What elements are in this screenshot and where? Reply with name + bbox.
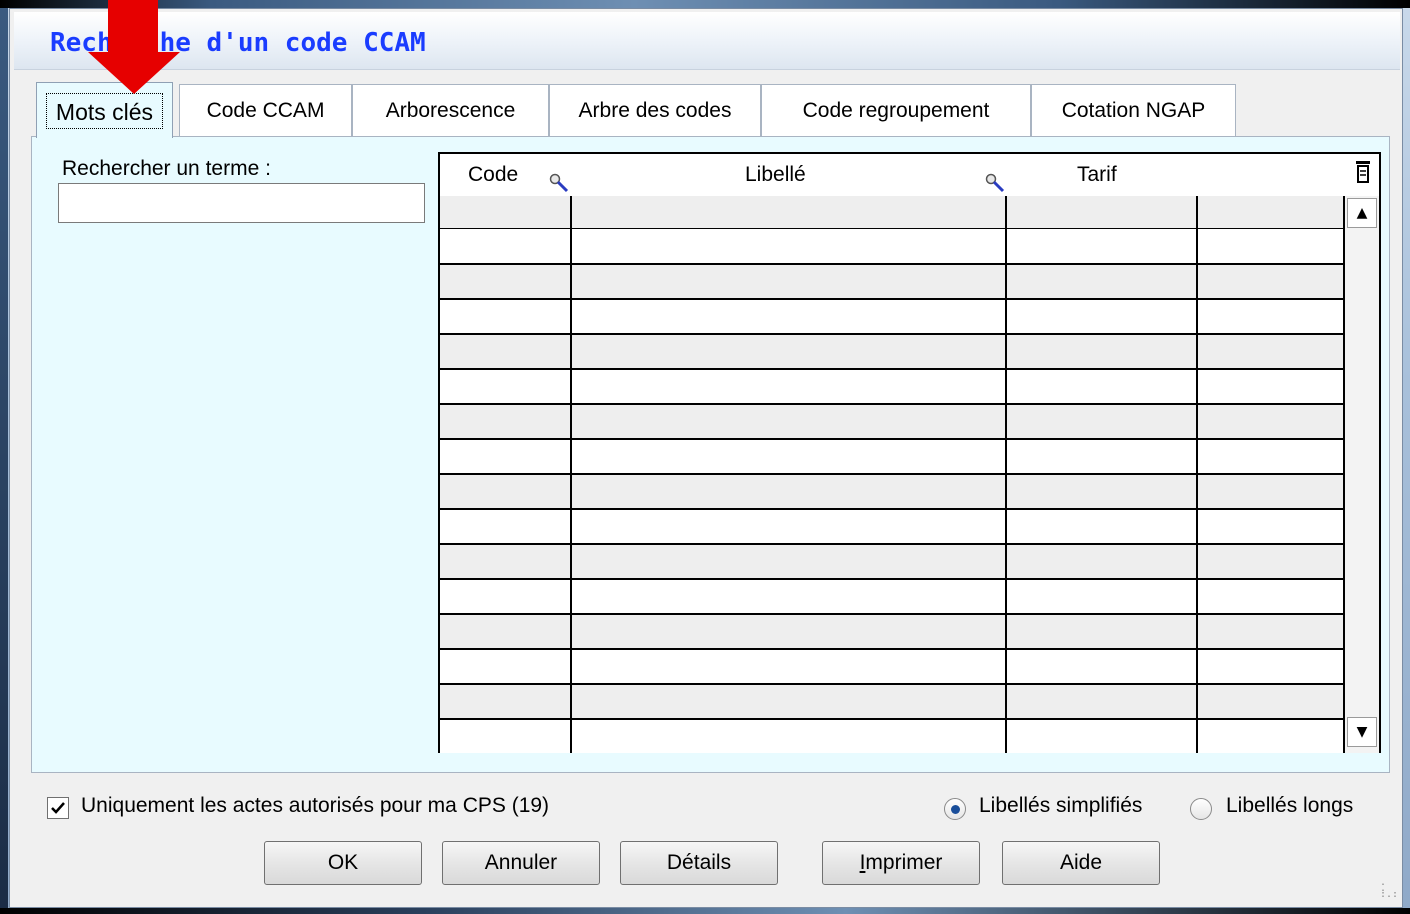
resize-grip-icon[interactable]: . .:.: <box>1380 878 1398 900</box>
table-row[interactable] <box>440 510 1343 545</box>
search-term-label: Rechercher un terme : <box>62 157 271 180</box>
table-row[interactable] <box>440 300 1343 335</box>
table-row[interactable] <box>440 335 1343 370</box>
ok-button[interactable]: OK <box>264 841 422 885</box>
table-row[interactable] <box>440 685 1343 720</box>
tab-label: Code regroupement <box>802 99 990 122</box>
table-row[interactable] <box>440 475 1343 510</box>
table-row[interactable] <box>440 370 1343 405</box>
authorized-only-label[interactable]: Uniquement les actes autorisés pour ma C… <box>81 794 549 818</box>
tab-cotation-ngap[interactable]: Cotation NGAP <box>1031 84 1236 137</box>
title-bar: Recherche d'un code CCAM <box>14 12 1400 70</box>
radio-libelles-longs[interactable] <box>1190 798 1212 820</box>
column-settings-icon[interactable] <box>1354 160 1372 184</box>
table-row[interactable] <box>440 650 1343 685</box>
authorized-only-checkbox[interactable] <box>47 797 69 819</box>
frame-left-edge <box>0 8 8 914</box>
column-header-tarif[interactable]: Tarif <box>1077 163 1117 187</box>
table-row[interactable] <box>440 265 1343 300</box>
column-divider <box>1005 196 1007 753</box>
print-button-label: Imprimer <box>859 851 943 874</box>
search-term-input[interactable] <box>58 183 425 223</box>
tab-code-regroupement[interactable]: Code regroupement <box>761 84 1031 137</box>
radio-libelles-simplifies[interactable] <box>944 798 966 820</box>
column-divider <box>1196 196 1198 753</box>
tab-label: Mots clés <box>45 92 164 129</box>
tab-arborescence[interactable]: Arborescence <box>352 84 549 137</box>
table-row[interactable] <box>440 230 1343 265</box>
magnifier-icon[interactable] <box>984 172 1006 194</box>
radio-selected-dot <box>950 804 960 814</box>
table-row[interactable] <box>440 720 1343 753</box>
tab-label: Cotation NGAP <box>1061 99 1206 122</box>
frame-top-edge <box>0 0 1410 8</box>
column-header-code[interactable]: Code <box>468 163 518 187</box>
table-row[interactable] <box>440 440 1343 475</box>
arrow-down-icon[interactable]: ▼ <box>1347 717 1377 747</box>
libelles-longs-label[interactable]: Libellés longs <box>1226 794 1353 818</box>
red-arrow-icon <box>88 0 180 94</box>
tab-label: Arbre des codes <box>578 99 732 122</box>
table-row[interactable] <box>440 545 1343 580</box>
table-scrollbar[interactable]: ▲ ▼ <box>1343 196 1379 753</box>
tab-code-ccam[interactable]: Code CCAM <box>179 84 352 137</box>
cancel-button[interactable]: Annuler <box>442 841 600 885</box>
arrow-up-icon[interactable]: ▲ <box>1347 198 1377 228</box>
results-table[interactable]: Code Libellé Tarif ▲ ▼ <box>438 152 1381 753</box>
tab-label: Arborescence <box>385 99 516 122</box>
table-row[interactable] <box>440 615 1343 650</box>
table-header: Code Libellé Tarif <box>440 154 1379 196</box>
libelles-simplifies-label[interactable]: Libellés simplifiés <box>979 794 1142 818</box>
table-header-filter-row <box>440 196 1343 229</box>
frame-bottom-edge <box>0 908 1410 914</box>
table-row[interactable] <box>440 405 1343 440</box>
table-row[interactable] <box>440 580 1343 615</box>
print-button[interactable]: Imprimer <box>822 841 980 885</box>
magnifier-icon[interactable] <box>548 172 570 194</box>
details-button[interactable]: Détails <box>620 841 778 885</box>
checkmark-icon <box>51 802 65 814</box>
column-header-libelle[interactable]: Libellé <box>745 163 806 187</box>
help-button[interactable]: Aide <box>1002 841 1160 885</box>
tab-arbre-des-codes[interactable]: Arbre des codes <box>549 84 761 137</box>
column-divider <box>570 196 572 753</box>
tab-label: Code CCAM <box>206 99 325 122</box>
